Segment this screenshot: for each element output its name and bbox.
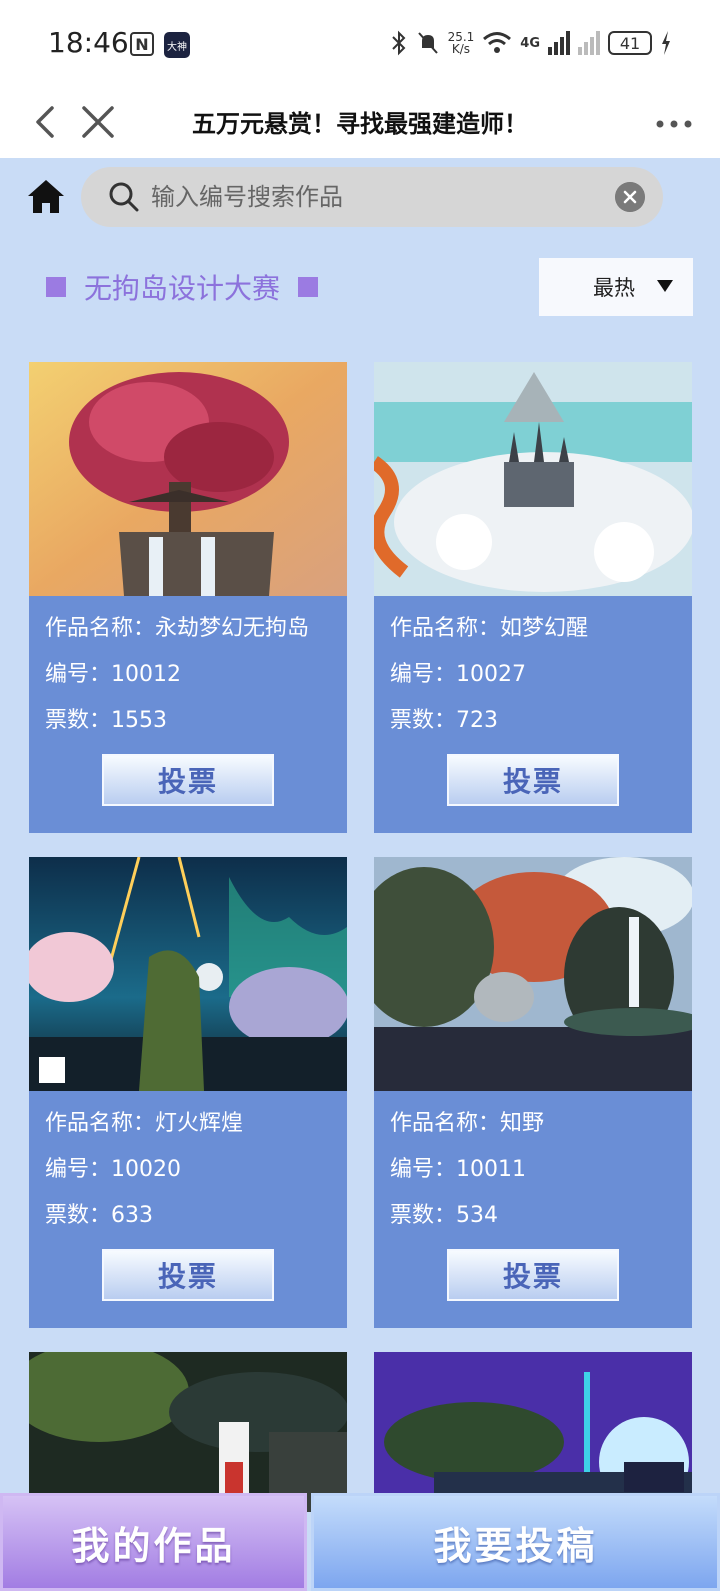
home-icon[interactable]	[24, 175, 68, 219]
work-id-label: 编号：	[390, 662, 457, 687]
sort-value: 最热	[593, 276, 635, 300]
app-notification-icon: 大神	[164, 32, 190, 58]
contest-title: 无拘岛设计大赛	[46, 262, 319, 312]
signal-2-icon	[578, 31, 600, 55]
work-name-line: 作品名称：知野	[390, 1105, 544, 1137]
signal-icon	[548, 31, 570, 55]
work-name-label: 作品名称：	[45, 616, 156, 641]
search-input[interactable]	[151, 167, 591, 227]
work-votes: 633	[111, 1203, 154, 1228]
work-name-label: 作品名称：	[390, 616, 501, 641]
work-image[interactable]	[29, 857, 347, 1091]
work-card[interactable]: 作品名称：永劫梦幻无拘岛 编号：10012 票数：1553 投票	[29, 362, 347, 833]
work-name-line: 作品名称：如梦幻醒	[390, 610, 588, 642]
work-votes-label: 票数：	[45, 1203, 112, 1228]
work-image-art	[374, 1352, 692, 1512]
work-votes: 534	[456, 1203, 499, 1228]
status-time: 18:46	[48, 26, 129, 59]
work-votes: 1553	[111, 708, 168, 733]
work-id-label: 编号：	[45, 662, 112, 687]
network-speed: 25.1 K/s	[448, 31, 475, 55]
vote-button[interactable]: 投票	[102, 1249, 274, 1301]
work-card[interactable]	[374, 1352, 692, 1512]
sort-dropdown[interactable]: 最热	[539, 258, 693, 316]
work-image[interactable]	[29, 362, 347, 596]
work-image-art	[374, 362, 692, 596]
work-image[interactable]	[29, 1352, 347, 1512]
work-name-line: 作品名称：灯火辉煌	[45, 1105, 243, 1137]
work-id-line: 编号：10027	[390, 656, 526, 688]
clear-icon[interactable]	[615, 182, 645, 212]
work-card[interactable]	[29, 1352, 347, 1512]
work-id-line: 编号：10012	[45, 656, 181, 688]
status-bar: 18:46 N 大神 25.1 K/s 4G 41	[0, 0, 720, 90]
submit-work-button[interactable]: 我要投稿	[311, 1493, 720, 1591]
nfc-icon: N	[130, 32, 154, 56]
status-left-icons: N 大神	[130, 32, 190, 58]
page-title: 五万元悬赏！寻找最强建造师！	[192, 110, 528, 138]
work-id: 10012	[111, 662, 182, 687]
work-name: 永劫梦幻无拘岛	[155, 616, 310, 641]
mute-icon	[417, 32, 438, 54]
work-name: 如梦幻醒	[500, 616, 589, 641]
search-icon	[109, 182, 139, 212]
work-id-label: 编号：	[45, 1157, 112, 1182]
work-id: 10020	[111, 1157, 182, 1182]
work-votes-line: 票数：633	[45, 1197, 153, 1229]
vote-button[interactable]: 投票	[102, 754, 274, 806]
vote-button[interactable]: 投票	[447, 1249, 619, 1301]
status-right-icons: 25.1 K/s 4G 41	[390, 30, 672, 56]
work-votes-line: 票数：723	[390, 702, 498, 734]
work-card[interactable]: 作品名称：如梦幻醒 编号：10027 票数：723 投票	[374, 362, 692, 833]
dropdown-arrow-icon	[657, 280, 673, 292]
work-id-line: 编号：10020	[45, 1151, 181, 1183]
bluetooth-icon	[391, 30, 405, 56]
work-name-line: 作品名称：永劫梦幻无拘岛	[45, 610, 309, 642]
work-id-line: 编号：10011	[390, 1151, 526, 1183]
work-card[interactable]: 作品名称：灯火辉煌 编号：10020 票数：633 投票	[29, 857, 347, 1328]
work-name: 灯火辉煌	[155, 1111, 244, 1136]
work-image-art	[29, 362, 347, 596]
work-image[interactable]	[374, 857, 692, 1091]
vote-button[interactable]: 投票	[447, 754, 619, 806]
work-votes-label: 票数：	[45, 708, 112, 733]
work-name-label: 作品名称：	[45, 1111, 156, 1136]
work-image-art	[29, 857, 347, 1091]
wifi-icon	[483, 32, 512, 53]
work-card[interactable]: 作品名称：知野 编号：10011 票数：534 投票	[374, 857, 692, 1328]
speed-unit: K/s	[451, 42, 470, 56]
my-works-button[interactable]: 我的作品	[0, 1493, 307, 1591]
work-votes-line: 票数：1553	[45, 702, 167, 734]
work-id: 10027	[456, 662, 527, 687]
square-decoration-icon	[298, 277, 319, 297]
work-votes-line: 票数：534	[390, 1197, 498, 1229]
work-image-art	[29, 1352, 347, 1512]
battery-icon: 41	[608, 31, 652, 55]
work-name-label: 作品名称：	[390, 1111, 501, 1136]
work-id-label: 编号：	[390, 1157, 457, 1182]
charging-icon	[662, 31, 670, 55]
work-votes: 723	[456, 708, 499, 733]
contest-title-text: 无拘岛设计大赛	[84, 272, 281, 305]
work-image[interactable]	[374, 362, 692, 596]
network-type: 4G	[520, 35, 540, 51]
work-votes-label: 票数：	[390, 708, 457, 733]
search-box[interactable]	[81, 167, 663, 227]
square-decoration-icon	[46, 277, 66, 297]
nav-bar: 五万元悬赏！寻找最强建造师！	[0, 90, 720, 158]
work-image-art	[374, 857, 692, 1091]
work-id: 10011	[456, 1157, 527, 1182]
work-image[interactable]	[374, 1352, 692, 1512]
work-votes-label: 票数：	[390, 1203, 457, 1228]
more-icon[interactable]	[650, 100, 698, 148]
work-name: 知野	[500, 1111, 545, 1136]
